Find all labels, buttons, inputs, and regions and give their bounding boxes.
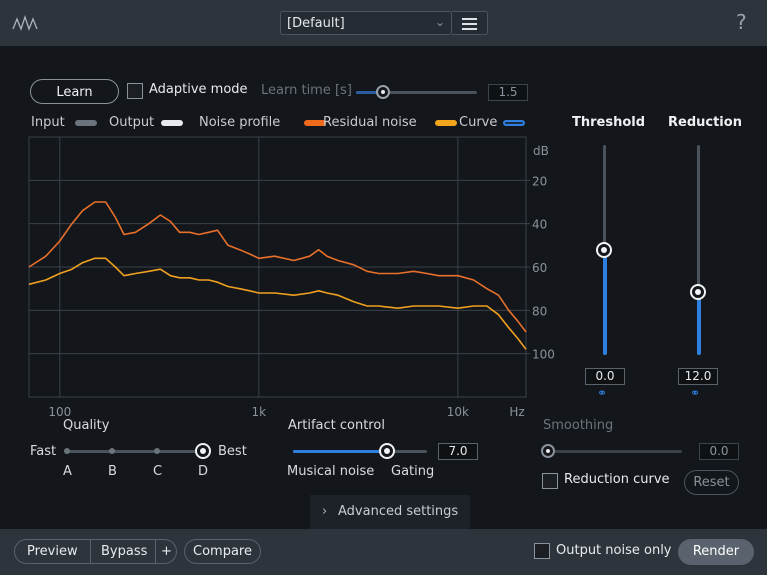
threshold-knob[interactable]: [596, 242, 612, 258]
smoothing-label: Smoothing: [543, 418, 614, 433]
quality-fast-label: Fast: [30, 444, 57, 459]
add-bypass-button[interactable]: +: [161, 540, 172, 563]
gating-label: Gating: [391, 464, 435, 479]
x-unit-label: Hz: [509, 405, 524, 419]
bypass-button[interactable]: Bypass: [101, 540, 147, 563]
reset-button[interactable]: Reset: [684, 470, 739, 495]
quality-option-c[interactable]: C: [153, 464, 162, 479]
quality-option-b[interactable]: B: [108, 464, 117, 479]
quality-knob[interactable]: [195, 443, 211, 459]
reduction-value[interactable]: 12.0: [678, 368, 718, 385]
smoothing-knob[interactable]: [541, 444, 555, 458]
y-tick-label: 80: [532, 304, 547, 318]
quality-stop-a[interactable]: [64, 448, 70, 454]
artifact-control-knob[interactable]: [378, 443, 395, 459]
x-tick-label: 100: [48, 405, 71, 419]
quality-option-d[interactable]: D: [198, 464, 208, 479]
reduction-fill: [697, 292, 701, 355]
artifact-control-value[interactable]: 7.0: [438, 443, 478, 460]
y-tick-label: 20: [532, 174, 547, 188]
x-tick-label: 1k: [252, 405, 267, 419]
x-tick-label: 10k: [447, 405, 469, 419]
y-tick-label: 60: [532, 261, 547, 275]
threshold-fill: [603, 250, 607, 355]
quality-stop-b[interactable]: [109, 448, 115, 454]
threshold-value[interactable]: 0.0: [585, 368, 625, 385]
preview-group: Preview Bypass +: [14, 539, 177, 564]
advanced-settings-label: Advanced settings: [338, 504, 459, 519]
quality-stop-c[interactable]: [154, 448, 160, 454]
artifact-control-label: Artifact control: [288, 418, 385, 433]
reduction-curve-label: Reduction curve: [564, 472, 670, 487]
threshold-link-icon[interactable]: ⚭: [597, 386, 607, 400]
chevron-right-icon: ›: [322, 504, 328, 519]
output-noise-only-label: Output noise only: [556, 543, 672, 558]
reduction-label: Reduction: [668, 115, 742, 130]
quality-slider[interactable]: [67, 450, 203, 453]
y-tick-label: 40: [532, 218, 547, 232]
advanced-settings-button[interactable]: › Advanced settings: [310, 495, 470, 529]
reduction-link-icon[interactable]: ⚭: [690, 386, 700, 400]
smoothing-slider[interactable]: [548, 450, 682, 453]
smoothing-value[interactable]: 0.0: [699, 443, 739, 460]
reduction-knob[interactable]: [690, 284, 706, 300]
artifact-control-fill: [293, 450, 387, 453]
quality-option-a[interactable]: A: [63, 464, 72, 479]
y-unit-label: dB: [533, 144, 549, 158]
quality-best-label: Best: [218, 444, 247, 459]
preview-button[interactable]: Preview: [27, 540, 78, 563]
y-tick-label: 100: [532, 348, 555, 362]
compare-button[interactable]: Compare: [184, 539, 261, 564]
output-noise-only-checkbox[interactable]: [534, 543, 550, 559]
musical-noise-label: Musical noise: [287, 464, 375, 479]
quality-label: Quality: [63, 418, 110, 433]
render-button[interactable]: Render: [678, 539, 754, 565]
threshold-label: Threshold: [572, 115, 646, 130]
reduction-curve-checkbox[interactable]: [542, 473, 558, 489]
spectrum-chart: 100 1k 10k 20 40 60 80 100 dB Hz: [28, 136, 555, 419]
